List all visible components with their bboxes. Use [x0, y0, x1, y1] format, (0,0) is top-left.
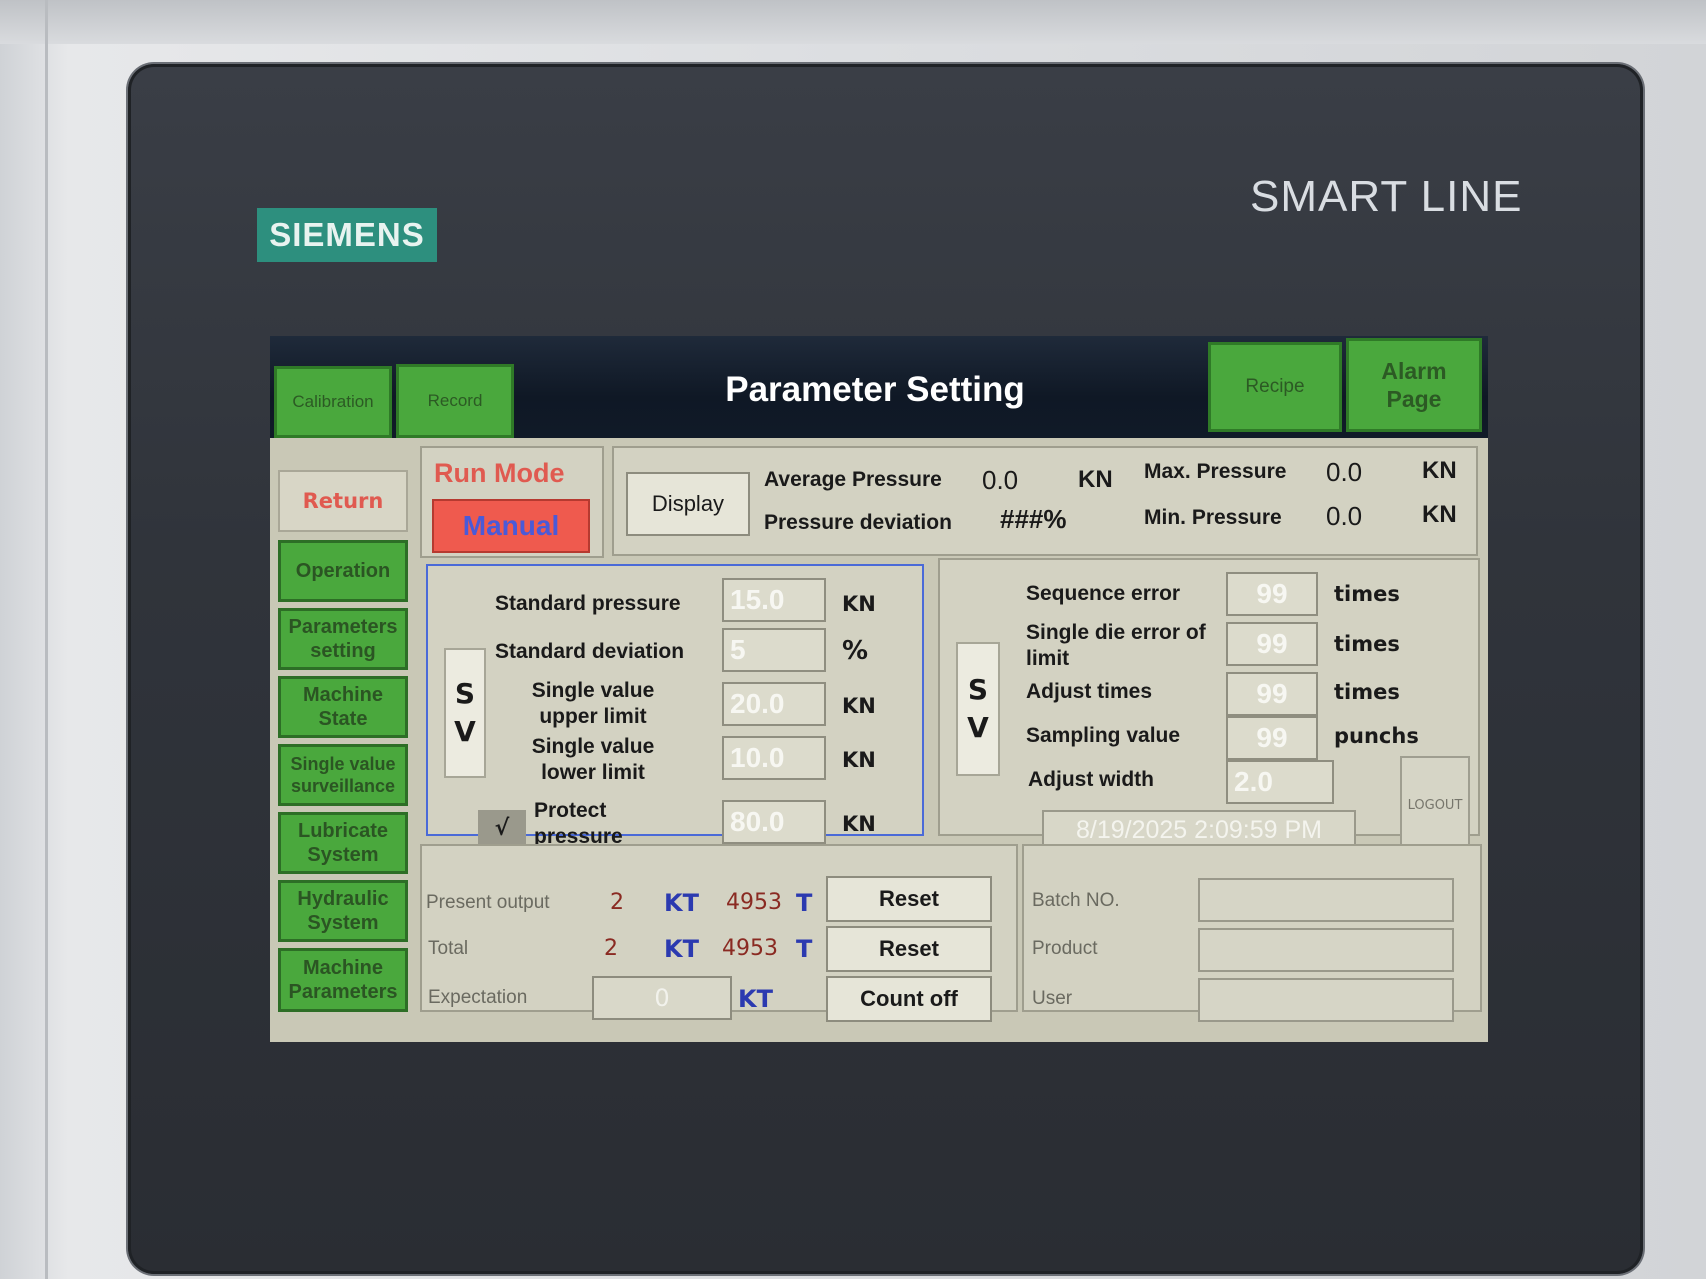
sampling-value-unit: punchs [1334, 724, 1419, 748]
max-pressure-label: Max. Pressure [1144, 460, 1287, 483]
lower-limit-input[interactable]: 10.0 [722, 736, 826, 780]
upper-limit-unit: KN [842, 694, 876, 718]
product-input[interactable] [1198, 928, 1454, 972]
recipe-button[interactable]: Recipe [1208, 342, 1342, 432]
reset-total-button[interactable]: Reset [826, 926, 992, 972]
lower-limit-unit: KN [842, 748, 876, 772]
nav-machine-parameters[interactable]: Machine Parameters [278, 948, 408, 1012]
standard-deviation-label: Standard deviation [495, 640, 685, 663]
expectation-unit: KT [738, 985, 773, 1013]
present-output-t: 4953 [726, 890, 782, 915]
sequence-error-unit: times [1334, 582, 1400, 606]
standard-pressure-unit: KN [842, 592, 876, 616]
return-button[interactable]: Return [278, 470, 408, 532]
expectation-input[interactable]: 0 [592, 976, 732, 1020]
sequence-error-input[interactable]: 99 [1226, 572, 1318, 616]
batch-no-label: Batch NO. [1032, 890, 1120, 911]
logout-button[interactable]: LOGOUT [1400, 756, 1470, 854]
sv-left-v: V [454, 715, 476, 748]
siemens-logo: SIEMENS [257, 208, 437, 262]
sv-indicator-right: S V [956, 642, 1000, 776]
upper-limit-input[interactable]: 20.0 [722, 682, 826, 726]
protect-pressure-unit: KN [842, 812, 876, 836]
lower-limit-label: Single value lower limit [531, 735, 655, 784]
hmi-screen: Calibration Record Parameter Setting Rec… [270, 336, 1488, 1042]
present-output-label: Present output [426, 892, 550, 913]
sv-right-v: V [967, 711, 989, 744]
protect-pressure-input[interactable]: 80.0 [722, 800, 826, 844]
present-output-t-unit: T [796, 889, 813, 917]
sv-right-s: S [967, 673, 989, 706]
series-label: SMART LINE [1250, 172, 1523, 221]
nav-hydraulic-system[interactable]: Hydraulic System [278, 880, 408, 942]
user-input[interactable] [1198, 978, 1454, 1022]
standard-pressure-input[interactable]: 15.0 [722, 578, 826, 622]
run-mode-label: Run Mode [434, 458, 565, 488]
tab-record[interactable]: Record [396, 364, 514, 438]
adjust-width-label: Adjust width [1028, 768, 1154, 791]
alarm-page-button[interactable]: Alarm Page [1346, 338, 1482, 432]
sv-left-s: S [454, 677, 476, 710]
min-pressure-label: Min. Pressure [1144, 506, 1282, 529]
standard-deviation-input[interactable]: 5 [722, 628, 826, 672]
present-output-kt-unit: KT [664, 889, 699, 917]
sampling-value-label: Sampling value [1026, 724, 1181, 747]
min-pressure-value: 0.0 [1326, 501, 1363, 531]
avg-pressure-label: Average Pressure [764, 468, 942, 491]
reset-present-button[interactable]: Reset [826, 876, 992, 922]
standard-pressure-label: Standard pressure [495, 592, 681, 615]
wall-top [0, 0, 1706, 44]
display-button[interactable]: Display [626, 472, 750, 536]
user-label: User [1032, 988, 1073, 1009]
protect-pressure-checkbox[interactable]: √ [478, 810, 526, 846]
avg-pressure-unit: KN [1078, 466, 1113, 493]
single-die-error-label: Single die error of limit [1026, 621, 1206, 670]
adjust-times-label: Adjust times [1026, 680, 1153, 703]
max-pressure-value: 0.0 [1326, 457, 1363, 487]
adjust-width-input[interactable]: 2.0 [1226, 760, 1334, 804]
wall-seam [45, 0, 48, 1279]
total-label: Total [428, 938, 469, 959]
nav-lubricate-system[interactable]: Lubricate System [278, 812, 408, 874]
pressure-deviation-value: ###% [1000, 504, 1067, 534]
adjust-times-unit: times [1334, 680, 1400, 704]
standard-deviation-unit: % [842, 636, 869, 666]
single-die-error-input[interactable]: 99 [1226, 622, 1318, 666]
sv-indicator-left: S V [444, 648, 486, 778]
nav-parameters-setting[interactable]: Parameters setting [278, 608, 408, 670]
nav-single-value-surveillance[interactable]: Single value surveillance [278, 744, 408, 806]
protect-pressure-label: Protect pressure [534, 799, 623, 848]
manual-mode-button[interactable]: Manual [432, 499, 590, 553]
total-kt: 2 [604, 936, 618, 961]
avg-pressure-value: 0.0 [982, 465, 1019, 495]
upper-limit-label: Single value upper limit [531, 679, 655, 728]
max-pressure-unit: KN [1422, 457, 1457, 484]
adjust-times-input[interactable]: 99 [1226, 672, 1318, 716]
pressure-deviation-label: Pressure deviation [764, 511, 952, 534]
batch-no-input[interactable] [1198, 878, 1454, 922]
total-kt-unit: KT [664, 935, 699, 963]
expectation-label: Expectation [428, 987, 528, 1008]
tab-calibration[interactable]: Calibration [274, 366, 392, 438]
min-pressure-unit: KN [1422, 501, 1457, 528]
count-off-button[interactable]: Count off [826, 976, 992, 1022]
product-label: Product [1032, 938, 1098, 959]
single-die-error-unit: times [1334, 632, 1400, 656]
total-t-unit: T [796, 935, 813, 963]
present-output-kt: 2 [610, 890, 624, 915]
nav-operation[interactable]: Operation [278, 540, 408, 602]
sequence-error-label: Sequence error [1026, 582, 1181, 605]
sampling-value-input[interactable]: 99 [1226, 716, 1318, 760]
page-title: Parameter Setting [725, 370, 1025, 409]
total-t: 4953 [722, 936, 778, 961]
nav-machine-state[interactable]: Machine State [278, 676, 408, 738]
